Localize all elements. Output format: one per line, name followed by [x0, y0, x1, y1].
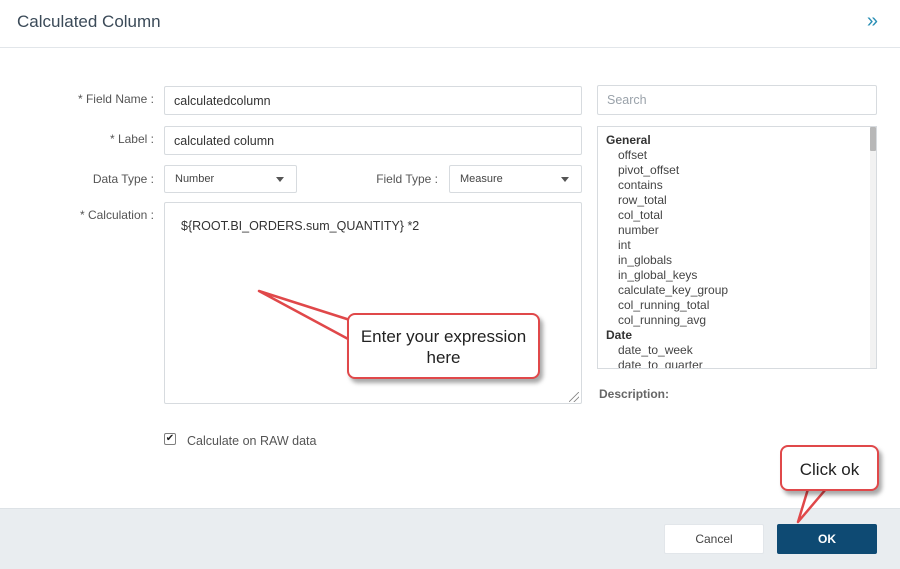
- label-field-label: * Label :: [109, 132, 154, 146]
- function-item[interactable]: in_globals: [606, 253, 876, 268]
- function-item[interactable]: in_global_keys: [606, 268, 876, 283]
- function-item[interactable]: calculate_key_group: [606, 283, 876, 298]
- field-name-label: * Field Name :: [77, 92, 154, 106]
- description-label: Description:: [599, 387, 670, 401]
- resize-grip-icon[interactable]: [569, 392, 579, 402]
- function-item[interactable]: date_to_week: [606, 343, 876, 358]
- function-item[interactable]: col_running_avg: [606, 313, 876, 328]
- function-group-general: General: [606, 133, 651, 147]
- field-type-select[interactable]: Measure: [449, 165, 582, 193]
- function-item[interactable]: date_to_quarter: [606, 358, 876, 368]
- scrollbar-thumb[interactable]: [870, 127, 876, 151]
- function-group-date: Date: [606, 328, 633, 342]
- function-item[interactable]: number: [606, 223, 876, 238]
- function-list[interactable]: General offset pivot_offset contains row_tot…: [597, 126, 877, 369]
- function-item[interactable]: offset: [606, 148, 876, 163]
- label-input[interactable]: [164, 126, 582, 155]
- calculation-label: * Calculation :: [79, 208, 154, 222]
- function-item[interactable]: col_total: [606, 208, 876, 223]
- dialog-header: Calculated Column »: [0, 0, 900, 48]
- field-type-label: Field Type :: [376, 172, 438, 186]
- raw-data-label: Calculate on RAW data: [187, 434, 317, 448]
- ok-button[interactable]: OK: [777, 524, 877, 554]
- expression-callout: Enter your expression here: [347, 313, 540, 379]
- function-item[interactable]: int: [606, 238, 876, 253]
- data-type-label: Data Type :: [92, 172, 154, 186]
- raw-data-checkbox[interactable]: ✔: [164, 433, 176, 445]
- function-item[interactable]: pivot_offset: [606, 163, 876, 178]
- function-search-input[interactable]: [597, 85, 877, 115]
- chevron-down-icon: [561, 177, 569, 182]
- data-type-value: Number: [175, 173, 215, 185]
- dialog-footer: [0, 508, 900, 569]
- field-name-input[interactable]: [164, 86, 582, 115]
- data-type-select[interactable]: Number: [164, 165, 297, 193]
- function-item[interactable]: contains: [606, 178, 876, 193]
- field-type-value: Measure: [460, 173, 503, 185]
- function-item[interactable]: col_running_total: [606, 298, 876, 313]
- scrollbar-track[interactable]: [870, 127, 876, 368]
- ok-callout: Click ok: [780, 445, 879, 491]
- cancel-button[interactable]: Cancel: [664, 524, 764, 554]
- chevron-down-icon: [276, 177, 284, 182]
- dialog-title: Calculated Column: [17, 12, 161, 31]
- double-chevron-right-icon[interactable]: »: [867, 10, 878, 33]
- function-item[interactable]: row_total: [606, 193, 876, 208]
